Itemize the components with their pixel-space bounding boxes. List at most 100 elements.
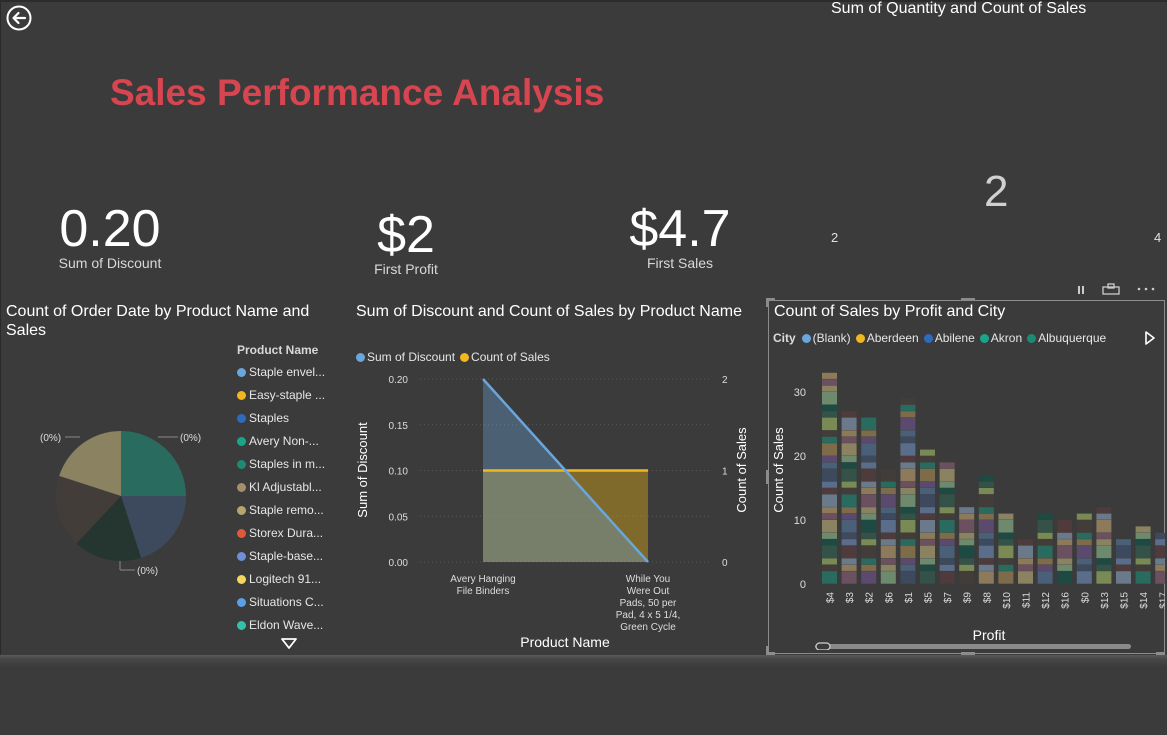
focus-mode-icon[interactable]: [1102, 283, 1120, 295]
legend-item[interactable]: Staple-base...: [237, 545, 347, 568]
legend-item[interactable]: Staple remo...: [237, 499, 347, 522]
bar-segment: [1155, 558, 1165, 565]
bar-segment: [900, 539, 916, 546]
bar-segment: [939, 558, 955, 565]
bar-segment: [998, 564, 1014, 571]
legend-item[interactable]: Avery Non-...: [237, 430, 347, 453]
gauge-min: 2: [831, 230, 839, 245]
legend-item-label: Staple remo...: [249, 503, 324, 517]
y2-tick-label: 2: [722, 375, 728, 386]
bar-segment: [1096, 532, 1112, 539]
legend-item[interactable]: Count of Sales: [460, 350, 550, 364]
scrollbar-thumb[interactable]: [815, 642, 831, 650]
bar-segment: [1076, 532, 1092, 539]
bar-segment: [841, 520, 857, 533]
bar-segment: [920, 532, 935, 539]
legend-item[interactable]: Logitech 91...: [237, 568, 347, 591]
bar-segment: [1135, 539, 1151, 546]
legend-item[interactable]: Staple envel...: [237, 361, 347, 384]
x-tick-label: $12: [1041, 592, 1052, 609]
bar-segment: [841, 507, 857, 514]
bar-segment: [822, 385, 837, 392]
bar-segment: [900, 417, 916, 431]
legend-next-page-icon[interactable]: [1144, 331, 1156, 345]
legend-scroll-down-icon[interactable]: [281, 638, 297, 650]
bar-segment: [900, 443, 916, 456]
bar-segment: [841, 545, 857, 559]
bar-segment: [1037, 571, 1053, 584]
legend-item[interactable]: Situations C...: [237, 591, 347, 614]
gauge-max: 4: [1154, 230, 1162, 245]
bar-segment: [822, 539, 837, 546]
legend-item[interactable]: Storex Dura...: [237, 522, 347, 545]
legend-item[interactable]: Staples in m...: [237, 453, 347, 476]
bar-segment: [920, 513, 935, 520]
back-arrow-icon[interactable]: [5, 4, 33, 32]
legend-item[interactable]: (Blank): [801, 331, 851, 345]
legend-item[interactable]: Aberdeen: [855, 331, 919, 345]
bar-segment: [1057, 520, 1073, 533]
gauge-title: Sum of Quantity and Count of Sales: [831, 0, 1087, 17]
page-footer-band: [0, 655, 1167, 735]
resize-handle[interactable]: [766, 652, 775, 655]
legend-item[interactable]: Kl Adjustabl...: [237, 476, 347, 499]
bar-segment: [998, 520, 1014, 533]
bar-segment: [978, 558, 994, 565]
resize-handle[interactable]: [961, 298, 975, 301]
area-chart[interactable]: 0.20 0.15 0.10 0.05 0.00 2 1 0 Avery HangingFil…: [350, 365, 760, 655]
legend-color-swatch: [237, 575, 246, 584]
horizontal-scrollbar[interactable]: [815, 644, 1131, 649]
x-tick-label: $4: [826, 592, 837, 604]
bar-segment: [978, 488, 994, 495]
bar-segment: [1135, 571, 1151, 584]
x-tick-label: Pad, 4 x 5 1/4,: [616, 610, 681, 621]
legend-item[interactable]: Easy-staple ...: [237, 384, 347, 407]
filter-icon[interactable]: [1076, 283, 1086, 295]
y-tick-label: 0.05: [389, 512, 409, 523]
resize-handle[interactable]: [766, 470, 769, 484]
bar-segment: [1076, 513, 1092, 520]
kpi-label: Sum of Discount: [58, 255, 162, 271]
x-tick-label: $7: [943, 592, 954, 604]
legend-item[interactable]: Abilene: [923, 331, 975, 345]
bar-segment: [1096, 558, 1112, 565]
bar-segment: [841, 494, 857, 507]
bar-segment: [920, 558, 935, 565]
resize-handle[interactable]: [766, 298, 769, 307]
kpi-card-first-profit[interactable]: $2 First Profit: [350, 207, 462, 277]
bar-segment: [1076, 564, 1092, 571]
bar-segment: [861, 564, 877, 571]
bar-segment: [822, 456, 837, 463]
bar-segment: [822, 564, 837, 571]
resize-handle[interactable]: [961, 652, 975, 655]
legend-item-label: Staple envel...: [249, 365, 326, 379]
kpi-value: 0.20: [59, 200, 161, 258]
stacked-bar-chart[interactable]: 0 10 20 30 $4 $3 $2 $6 $1 $5 $7 $9 $8 $10 $11 $12 $16 $0…: [770, 360, 1165, 650]
legend-item[interactable]: Eldon Wave...: [237, 614, 347, 637]
more-options-icon[interactable]: [1136, 283, 1156, 295]
legend-color-swatch: [855, 333, 865, 343]
bar-segment: [900, 430, 916, 437]
kpi-card-first-sales[interactable]: $4.7 First Sales: [610, 201, 750, 271]
bar-segment: [861, 558, 877, 565]
bar-segment: [1096, 545, 1112, 559]
bar-segment: [1155, 539, 1165, 546]
pie-data-label: (0%): [180, 433, 201, 444]
bar-segment: [900, 532, 916, 539]
bar-segment: [920, 539, 935, 546]
legend-item-label: Situations C...: [249, 595, 324, 609]
bar-segment: [841, 443, 857, 456]
kpi-card-sum-of-discount[interactable]: 0.20 Sum of Discount: [40, 201, 180, 271]
bar-segment: [880, 564, 896, 571]
resize-handle[interactable]: [1156, 652, 1165, 655]
bar-segment: [978, 545, 994, 559]
bar-segment: [978, 539, 994, 546]
bar-segment: [939, 494, 955, 507]
pie-chart[interactable]: (0%) (0%) (0%): [0, 410, 235, 580]
legend-color-swatch: [237, 552, 246, 561]
legend-item[interactable]: Albuquerque: [1027, 331, 1106, 345]
legend-item[interactable]: Staples: [237, 407, 347, 430]
legend-color-swatch: [237, 368, 246, 377]
legend-item[interactable]: Sum of Discount: [356, 350, 455, 364]
legend-item[interactable]: Akron: [979, 331, 1022, 345]
